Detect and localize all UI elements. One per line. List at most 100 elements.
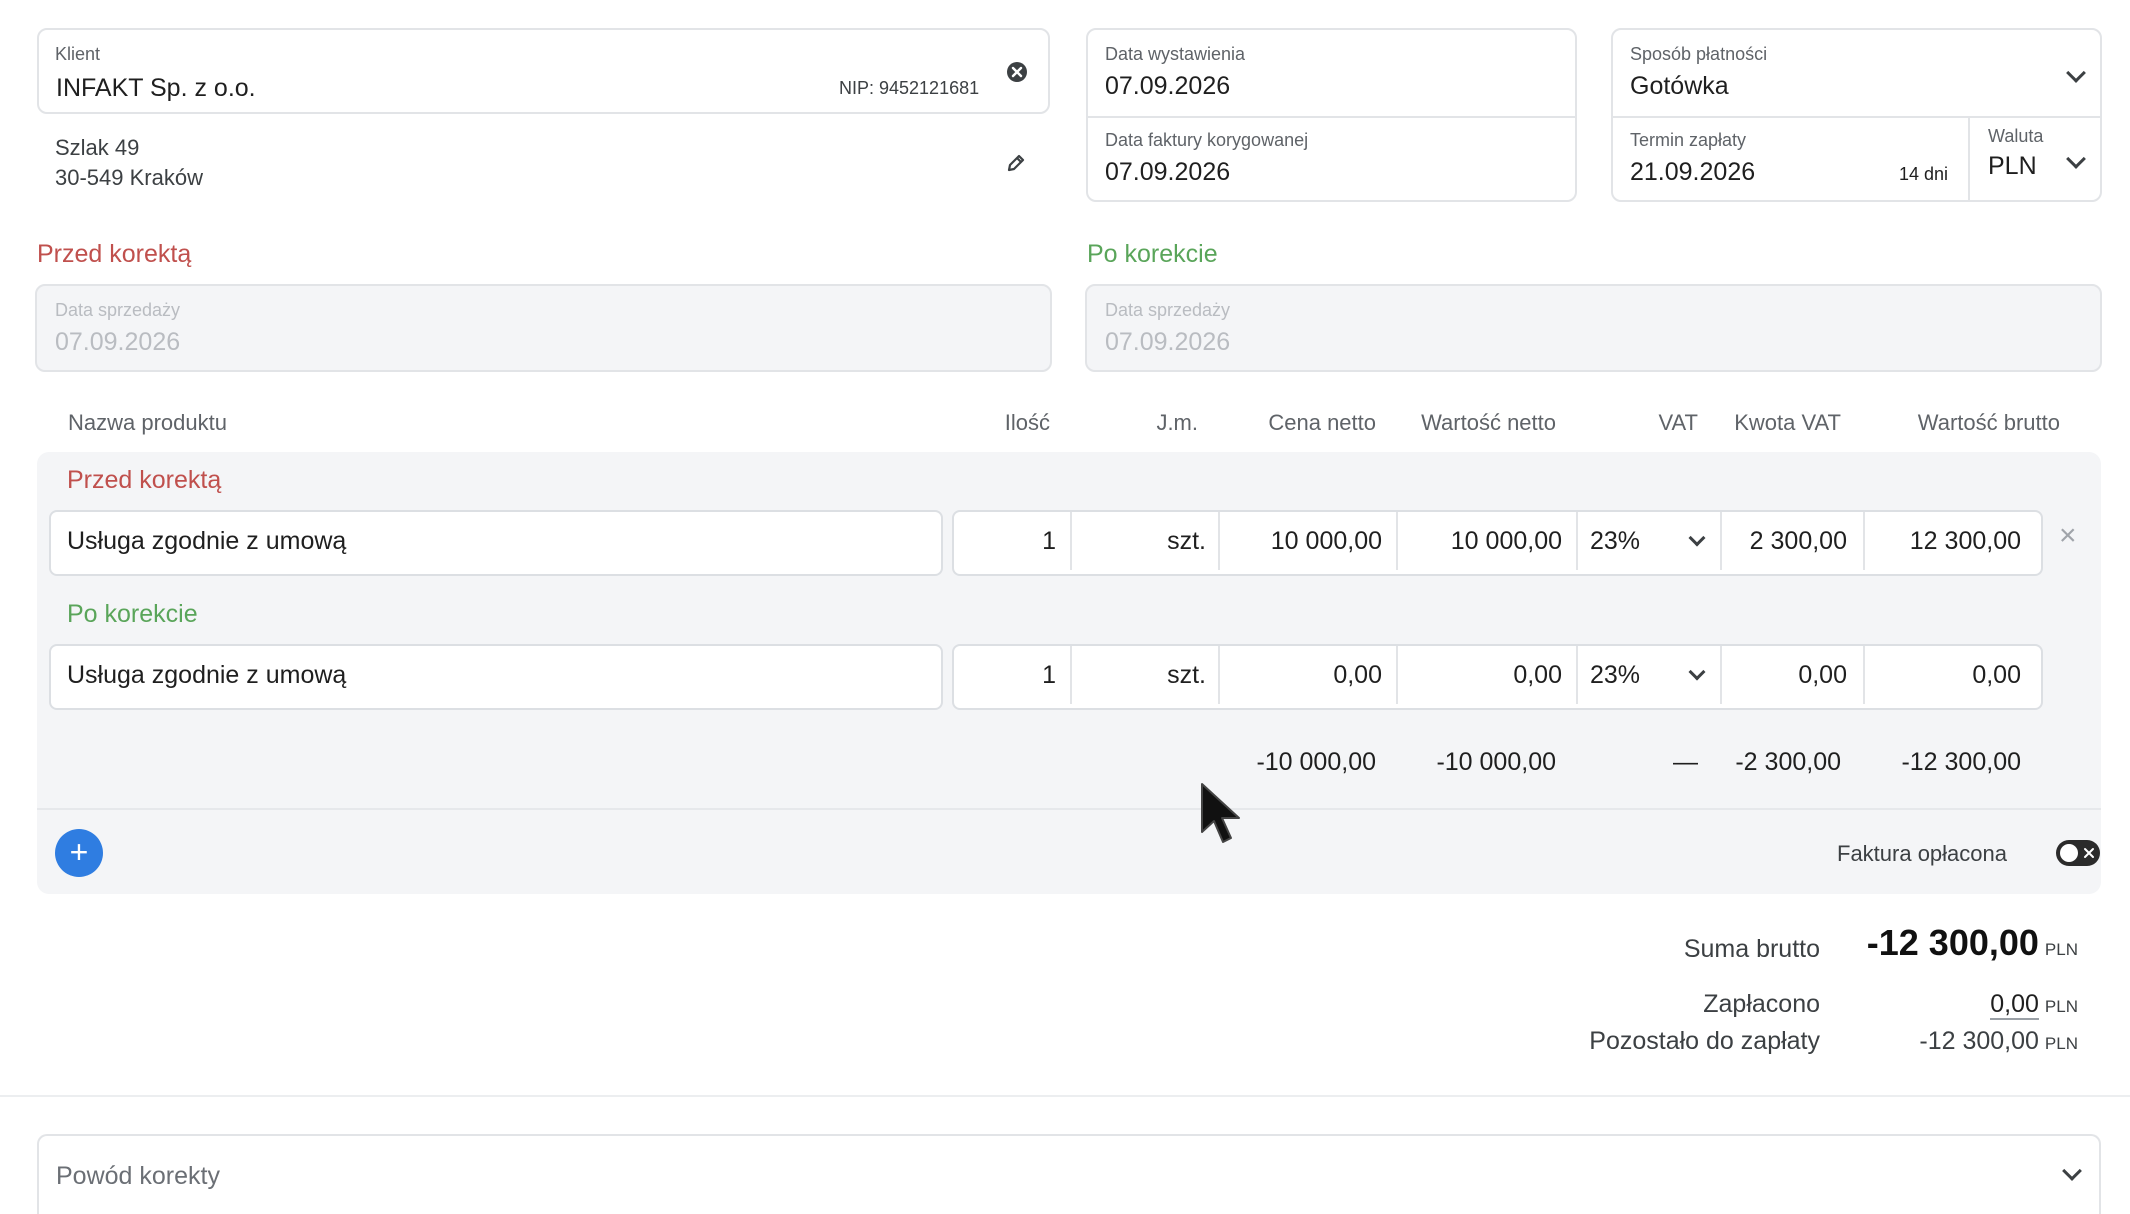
after-sale-date-field: Data sprzedaży 07.09.2026 <box>1085 284 2102 372</box>
close-icon <box>2082 846 2096 860</box>
after-net-value: 0,00 <box>1513 661 1562 689</box>
corrected-date-field[interactable]: Data faktury korygowanej 07.09.2026 <box>1088 118 1575 200</box>
col-header-net-value: Wartość netto <box>1421 410 1556 435</box>
chevron-down-icon <box>2066 149 2086 169</box>
col-header-vat-amount: Kwota VAT <box>1734 410 1841 435</box>
plus-icon: + <box>69 834 89 870</box>
after-vat-select[interactable]: 23% <box>1578 646 1720 704</box>
col-header-unit: J.m. <box>1156 410 1198 435</box>
before-correction-heading: Przed korektą <box>37 240 192 268</box>
after-row-values: 1 szt. 0,00 0,00 23% 0,00 0,00 <box>952 644 2043 710</box>
col-header-qty: Ilość <box>1004 410 1050 435</box>
after-net-price-input[interactable]: 0,00 <box>1220 646 1398 704</box>
clear-client-icon[interactable] <box>1005 60 1029 84</box>
client-field[interactable]: Klient INFAKT Sp. z o.o. NIP: 9452121681 <box>37 28 1050 114</box>
before-gross-value: 12 300,00 <box>1909 527 2021 555</box>
items-after-heading: Po korekcie <box>67 600 198 628</box>
diff-gross-value: -12 300,00 <box>1901 748 2021 776</box>
client-name: INFAKT Sp. z o.o. <box>56 74 256 102</box>
col-header-vat: VAT <box>1658 410 1698 435</box>
due-date-label: Termin zapłaty <box>1630 130 1747 150</box>
dates-card: Data wystawienia 07.09.2026 Data faktury… <box>1086 28 1577 202</box>
before-qty-input[interactable]: 1 <box>954 512 1070 570</box>
diff-vat-amount: -2 300,00 <box>1735 748 1841 776</box>
currency-label: Waluta <box>1988 126 2044 146</box>
after-product-name-input[interactable]: Usługa zgodnie z umową <box>49 644 943 710</box>
toggle-knob <box>2060 844 2078 862</box>
gross-total-label: Suma brutto <box>1683 935 1820 963</box>
before-product-name-input[interactable]: Usługa zgodnie z umową <box>49 510 943 576</box>
before-vat-value: 23% <box>1590 527 1641 555</box>
payment-method-value: Gotówka <box>1630 72 1729 100</box>
after-product-name: Usługa zgodnie z umową <box>67 661 347 689</box>
paid-amount: 0,00 <box>1990 990 2039 1020</box>
after-sale-date-label: Data sprzedaży <box>1105 300 1231 320</box>
before-sale-date-field: Data sprzedaży 07.09.2026 <box>35 284 1052 372</box>
chevron-down-icon <box>2066 63 2086 83</box>
client-nip: NIP: 9452121681 <box>839 78 980 98</box>
chevron-down-icon <box>1688 663 1706 681</box>
client-address-line1: Szlak 49 <box>55 135 140 160</box>
paid-currency: PLN <box>2044 997 2078 1016</box>
corrected-date-value: 07.09.2026 <box>1105 158 1231 186</box>
mouse-cursor-icon <box>1198 780 1248 850</box>
correction-reason-placeholder: Powód korekty <box>56 1162 220 1190</box>
before-vat-amount: 2 300,00 <box>1749 527 1847 555</box>
currency-value: PLN <box>1988 152 2037 180</box>
client-address-line2: 30-549 Kraków <box>55 165 203 190</box>
before-net-value: 10 000,00 <box>1450 527 1562 555</box>
after-gross-value: 0,00 <box>1972 661 2021 689</box>
paid-value[interactable]: 0,00 PLN <box>1820 990 2078 1020</box>
due-days: 14 dni <box>1899 164 1949 184</box>
diff-net-price: -10 000,00 <box>1256 748 1376 776</box>
remove-row-icon[interactable]: × <box>2059 516 2077 556</box>
remaining-value: -12 300,00 PLN <box>1820 1027 2078 1056</box>
before-sale-date-label: Data sprzedaży <box>55 300 181 320</box>
add-item-button[interactable]: + <box>55 829 103 877</box>
col-header-gross-value: Wartość brutto <box>1917 410 2060 435</box>
after-vat-value: 23% <box>1590 661 1641 689</box>
after-correction-heading: Po korekcie <box>1087 240 1218 268</box>
edit-address-icon[interactable] <box>1004 151 1028 175</box>
payment-method-label: Sposób płatności <box>1630 44 1768 64</box>
invoice-paid-toggle[interactable] <box>2056 840 2100 866</box>
items-panel: Przed korektą Usługa zgodnie z umową 1 s… <box>37 452 2101 894</box>
currency-select[interactable]: Waluta PLN <box>1970 118 2100 200</box>
issue-date-label: Data wystawienia <box>1105 44 1246 64</box>
after-vat-amount: 0,00 <box>1798 661 1847 689</box>
remaining-label: Pozostało do zapłaty <box>1589 1027 1820 1055</box>
before-product-name: Usługa zgodnie z umową <box>67 527 347 555</box>
after-qty-input[interactable]: 1 <box>954 646 1070 704</box>
divider <box>37 808 2101 810</box>
before-vat-select[interactable]: 23% <box>1578 512 1720 570</box>
divider <box>0 1095 2130 1097</box>
payment-card: Sposób płatności Gotówka Termin zapłaty … <box>1611 28 2102 202</box>
due-date-field[interactable]: Termin zapłaty 21.09.2026 14 dni <box>1613 118 1968 200</box>
correction-reason-select[interactable]: Powód korekty <box>37 1134 2101 1214</box>
corrected-date-label: Data faktury korygowanej <box>1105 130 1309 150</box>
issue-date-value: 07.09.2026 <box>1105 72 1231 100</box>
diff-vat: — <box>1673 748 1698 776</box>
col-header-name: Nazwa produktu <box>68 410 227 435</box>
items-before-heading: Przed korektą <box>67 466 222 494</box>
paid-label: Zapłacono <box>1703 990 1820 1018</box>
gross-total-amount: -12 300,00 <box>1866 922 2039 963</box>
after-unit-input[interactable]: szt. <box>1072 646 1220 704</box>
payment-method-select[interactable]: Sposób płatności Gotówka <box>1613 30 2100 116</box>
diff-net-value: -10 000,00 <box>1436 748 1556 776</box>
issue-date-field[interactable]: Data wystawienia 07.09.2026 <box>1088 30 1575 116</box>
before-net-price-input[interactable]: 10 000,00 <box>1220 512 1398 570</box>
invoice-paid-label: Faktura opłacona <box>1837 841 2007 866</box>
gross-total-currency: PLN <box>2044 940 2078 959</box>
chevron-down-icon <box>1688 529 1706 547</box>
remaining-amount: -12 300,00 <box>1919 1027 2039 1055</box>
before-unit-input[interactable]: szt. <box>1072 512 1220 570</box>
due-date-value: 21.09.2026 <box>1630 158 1756 186</box>
col-header-net-price: Cena netto <box>1268 410 1376 435</box>
remaining-currency: PLN <box>2044 1034 2078 1053</box>
chevron-down-icon <box>2062 1161 2082 1181</box>
gross-total-value: -12 300,00 PLN <box>1820 922 2078 964</box>
before-row-values: 1 szt. 10 000,00 10 000,00 23% 2 300,00 … <box>952 510 2043 576</box>
after-sale-date-value: 07.09.2026 <box>1105 328 1231 356</box>
client-label: Klient <box>55 44 101 64</box>
